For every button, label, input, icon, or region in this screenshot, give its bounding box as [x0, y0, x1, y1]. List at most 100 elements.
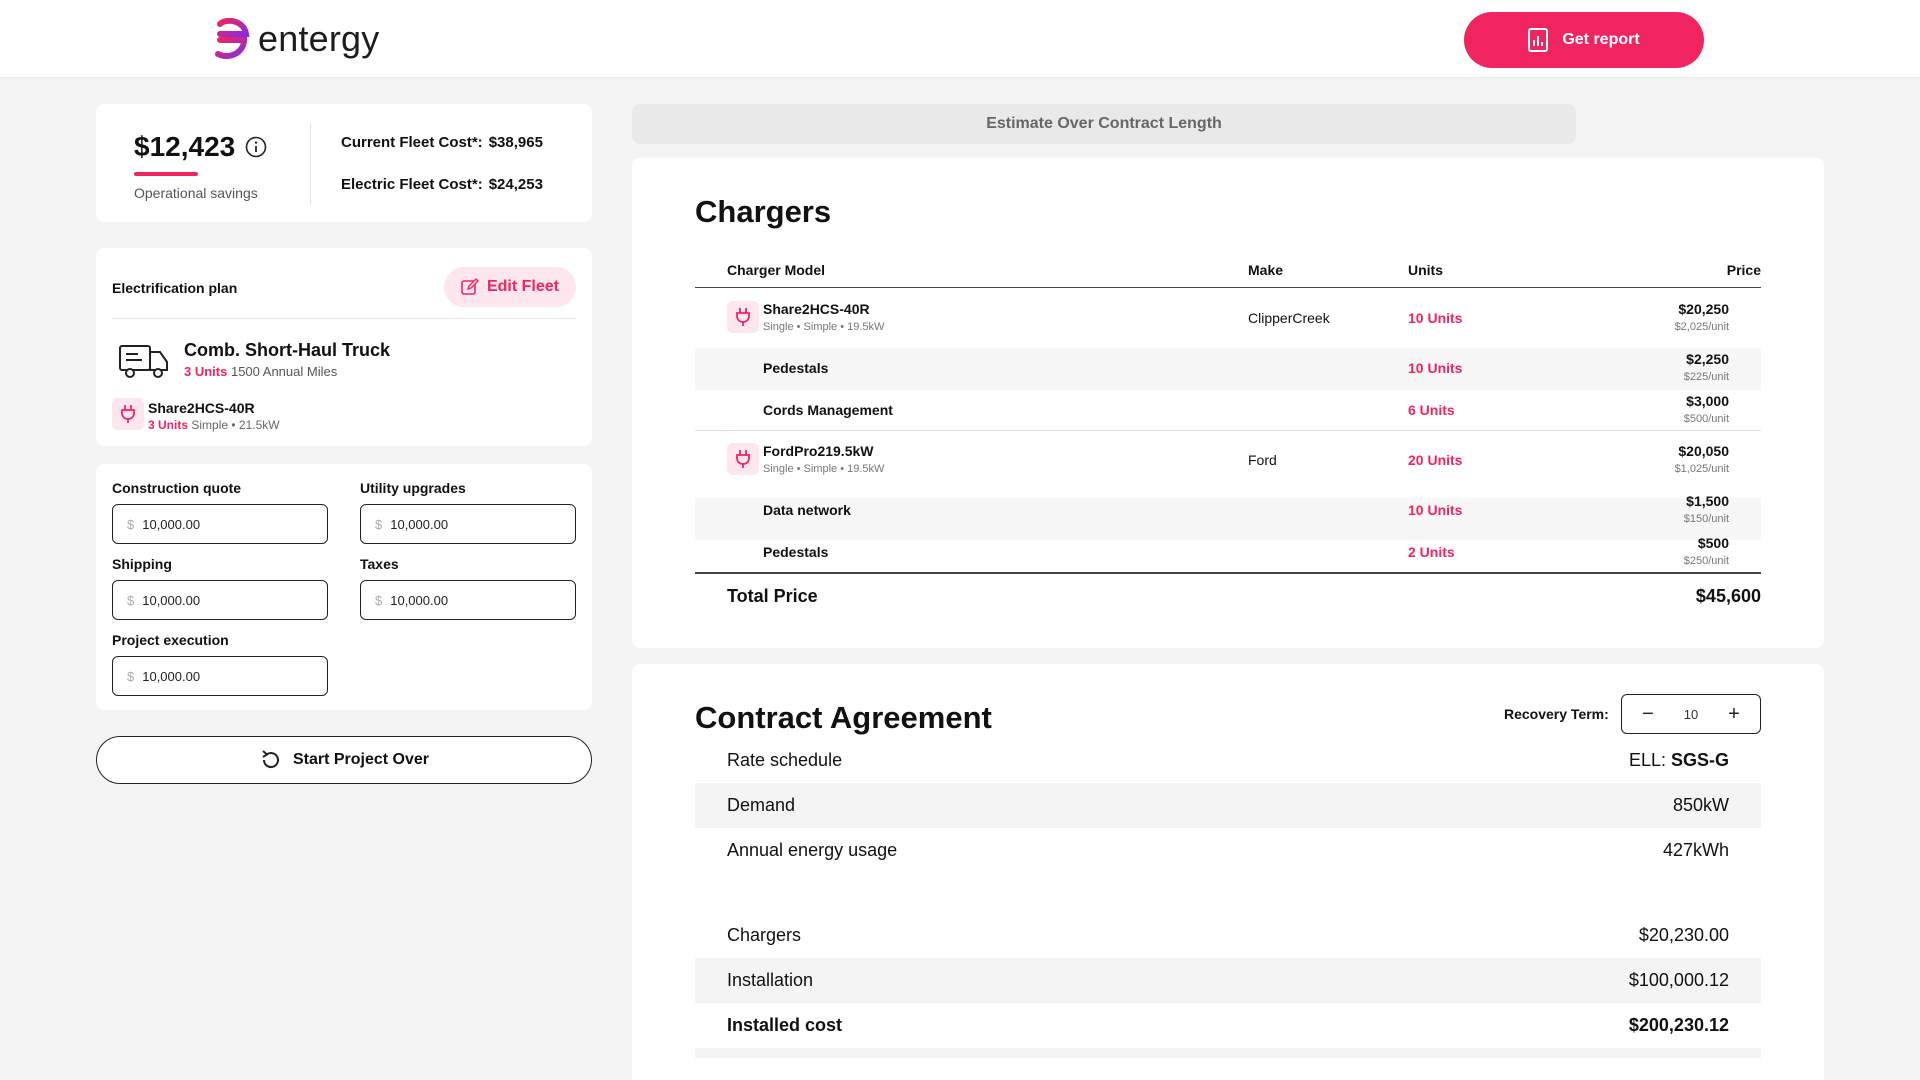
restart-icon [262, 750, 279, 769]
increment-button[interactable]: + [1724, 703, 1744, 726]
accessory-units: 10 Units [1408, 360, 1463, 376]
chargers-cost-value: $20,230.00 [1638, 925, 1729, 945]
installed-cost-value: $200,230.12 [1628, 1015, 1729, 1035]
accessory-price: $3,000 [1686, 393, 1729, 409]
electrification-plan-card: Electrification plan Edit Fleet Comb. Sh… [96, 248, 592, 446]
currency-symbol: $ [127, 516, 135, 532]
vehicle-units: 3 Units [184, 364, 228, 379]
savings-amount: $12,423 [134, 131, 267, 163]
taxes-field[interactable]: $ [360, 580, 576, 620]
energy-usage-label: Annual energy usage [727, 840, 898, 860]
shipping-field[interactable]: $ [112, 580, 328, 620]
charger-icon-box [727, 301, 759, 333]
accessory-name: Data network [763, 502, 851, 518]
brand-name: entergy [258, 18, 380, 59]
next-row-shade [695, 1048, 1761, 1058]
utility-upgrades-field[interactable]: $ [360, 504, 576, 544]
taxes-input[interactable] [390, 592, 551, 608]
recovery-term-label: Recovery Term: [1504, 706, 1609, 722]
table-footer-line [695, 572, 1761, 574]
rate-schedule-label: Rate schedule [727, 750, 843, 770]
plan-charger-units: 3 Units [148, 418, 189, 432]
chargers-cost-label: Chargers [727, 925, 802, 945]
charger-units: 20 Units [1408, 452, 1463, 468]
plan-charger-meta: 3 Units Simple • 21.5kW [148, 418, 280, 432]
charger-meta: Single • Simple • 19.5kW [763, 321, 885, 333]
recovery-term-stepper[interactable]: − 10 + [1621, 694, 1761, 734]
utility-upgrades-label: Utility upgrades [360, 480, 466, 496]
header-make: Make [1248, 262, 1284, 278]
entergy-logo-icon [215, 18, 250, 60]
savings-card: $12,423 Operational savings Current Flee… [96, 104, 592, 222]
demand-label: Demand [727, 795, 796, 815]
accessory-units: 6 Units [1408, 402, 1455, 418]
accessory-units: 10 Units [1408, 502, 1463, 518]
charger-price: $20,050 [1678, 443, 1729, 459]
utility-upgrades-input[interactable] [390, 516, 551, 532]
charger-make: ClipperCreek [1248, 310, 1330, 326]
taxes-label: Taxes [360, 556, 399, 572]
accessory-price: $500 [1697, 535, 1729, 551]
report-icon [1528, 28, 1549, 52]
savings-underline [134, 172, 198, 176]
charger-unit-price: $1,025/unit [1674, 463, 1729, 475]
savings-value: $12,423 [134, 131, 236, 162]
installation-row: Installation $100,000.12 [695, 958, 1761, 1003]
accessory-unit-price: $250/unit [1683, 555, 1729, 567]
rate-schedule-value: ELL: SGS-G [1629, 750, 1729, 771]
project-execution-field[interactable]: $ [112, 656, 328, 696]
charger-make: Ford [1248, 452, 1277, 468]
accessory-price: $1,500 [1686, 493, 1729, 509]
currency-symbol: $ [127, 668, 135, 684]
decrement-button[interactable]: − [1638, 703, 1658, 726]
rate-code: SGS-G [1670, 750, 1729, 770]
accessory-unit-price: $150/unit [1683, 513, 1729, 525]
accessory-units: 2 Units [1408, 544, 1455, 560]
truck-icon [119, 345, 168, 378]
installation-value: $100,000.12 [1628, 970, 1729, 990]
estimate-contract-length-bar[interactable]: Estimate Over Contract Length [632, 104, 1576, 144]
rate-schedule-row: Rate schedule ELL: SGS-G [695, 738, 1761, 783]
currency-symbol: $ [127, 592, 135, 608]
get-report-button[interactable]: Get report [1464, 12, 1704, 68]
vehicle-name: Comb. Short-Haul Truck [184, 340, 391, 360]
entergy-logo[interactable]: entergy [214, 18, 379, 60]
edit-icon [461, 278, 479, 295]
charger-icon-box [727, 443, 759, 475]
currency-symbol: $ [375, 592, 383, 608]
top-header: entergy Get report [0, 0, 1920, 78]
total-price-label: Total Price [727, 586, 818, 606]
header-price: Price [1726, 262, 1761, 278]
start-project-over-button[interactable]: Start Project Over [96, 736, 592, 784]
installed-cost-row: Installed cost $200,230.12 [695, 1003, 1761, 1048]
accessory-unit-price: $225/unit [1683, 371, 1729, 383]
accessory-price: $2,250 [1686, 351, 1729, 367]
header-charger-model: Charger Model [727, 262, 826, 278]
info-icon[interactable] [245, 136, 267, 158]
savings-divider [310, 124, 311, 204]
shipping-input[interactable] [142, 592, 303, 608]
currency-symbol: $ [375, 516, 383, 532]
edit-fleet-button[interactable]: Edit Fleet [444, 267, 576, 307]
installed-cost-label: Installed cost [727, 1015, 843, 1035]
electric-fleet-cost-label: Electric Fleet Cost*: [341, 176, 483, 193]
plug-icon [736, 308, 750, 326]
estimate-label: Estimate Over Contract Length [986, 115, 1222, 132]
construction-quote-input[interactable] [142, 516, 303, 532]
header-units: Units [1408, 262, 1443, 278]
charger-price: $20,250 [1678, 301, 1729, 317]
plan-charger-spec: Simple • 21.5kW [191, 418, 280, 432]
project-execution-input[interactable] [142, 668, 303, 684]
accessory-name: Pedestals [763, 360, 829, 376]
plug-icon [121, 405, 135, 423]
rate-prefix: ELL: [1628, 750, 1666, 770]
charger-name: FordPro219.5kW [763, 443, 874, 459]
accessory-unit-price: $500/unit [1683, 413, 1729, 425]
total-price-value: $45,600 [1695, 586, 1761, 606]
plug-icon [736, 450, 750, 468]
energy-usage-value: 427kWh [1662, 840, 1729, 860]
demand-value: 850kW [1672, 795, 1729, 815]
charger-meta: Single • Simple • 19.5kW [763, 463, 885, 475]
charger-name: Share2HCS-40R [763, 301, 870, 317]
construction-quote-field[interactable]: $ [112, 504, 328, 544]
